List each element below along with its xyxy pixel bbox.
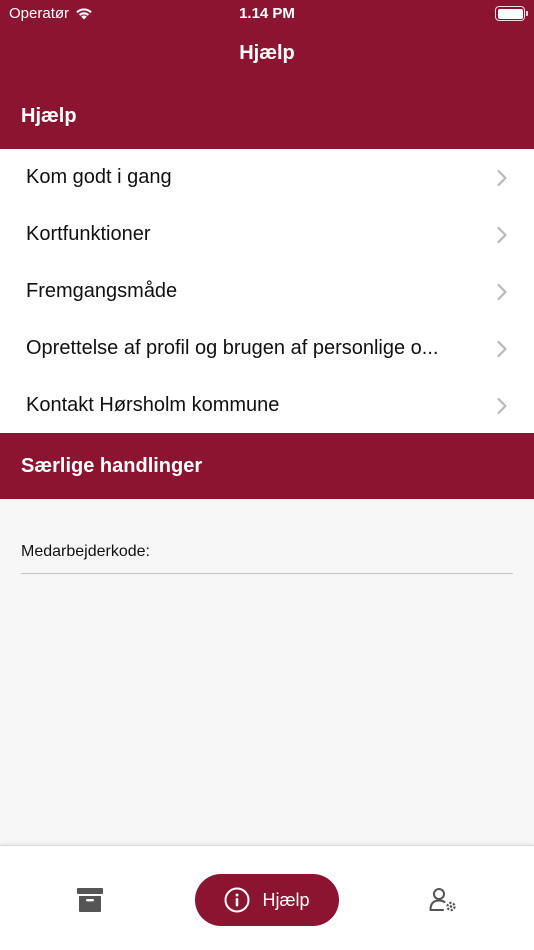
list-item-map-functions[interactable]: Kortfunktioner (0, 206, 534, 263)
tab-archive[interactable] (60, 874, 120, 926)
list-item-label: Oprettelse af profil og brugen af person… (26, 337, 439, 359)
tab-bar: Hjælp (0, 845, 534, 950)
list-item-label: Kortfunktioner (26, 223, 151, 245)
list-item-label: Kom godt i gang (26, 166, 172, 188)
user-settings-icon (429, 888, 456, 912)
chevron-right-icon (497, 397, 507, 414)
chevron-right-icon (497, 340, 507, 357)
special-actions-header: Særlige handlinger (0, 433, 534, 499)
tab-profile-settings[interactable] (414, 874, 474, 926)
employee-code-field[interactable]: Medarbejderkode: (21, 541, 513, 574)
employee-code-input[interactable] (171, 541, 513, 569)
chevron-right-icon (497, 226, 507, 243)
chevron-right-icon (497, 169, 507, 186)
list-item-label: Fremgangsmåde (26, 280, 178, 302)
archive-icon (77, 888, 103, 912)
list-item-getting-started[interactable]: Kom godt i gang (0, 149, 534, 206)
employee-code-label: Medarbejderkode: (21, 543, 150, 560)
tab-help[interactable]: Hjælp (195, 874, 339, 926)
chevron-right-icon (497, 283, 507, 300)
info-icon (224, 887, 250, 913)
special-actions-title: Særlige handlinger (21, 455, 203, 477)
tab-help-label: Hjælp (262, 889, 310, 910)
list-item-contact[interactable]: Kontakt Hørsholm kommune (0, 377, 534, 434)
list-item-profile-creation[interactable]: Oprettelse af profil og brugen af person… (0, 320, 534, 377)
list-item-label: Kontakt Hørsholm kommune (26, 394, 280, 416)
help-list: Kom godt i gang Kortfunktioner Fremgangs… (0, 149, 534, 433)
top-bar: Operatør 1.14 PM Hjælp Hjælp (0, 0, 534, 149)
status-bar: Operatør 1.14 PM (0, 0, 534, 28)
help-section-title: Hjælp (21, 105, 77, 127)
status-time: 1.14 PM (239, 5, 295, 22)
screen: Operatør 1.14 PM Hjælp Hjælp Kom godt i … (0, 0, 534, 950)
page-title: Hjælp (239, 42, 295, 64)
battery-icon (495, 6, 528, 21)
list-item-procedure[interactable]: Fremgangsmåde (0, 263, 534, 320)
